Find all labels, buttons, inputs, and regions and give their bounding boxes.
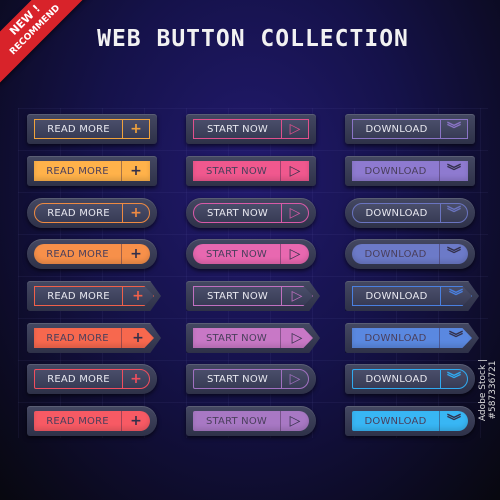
button-plate: DOWNLOAD ︾: [345, 114, 475, 144]
download-button[interactable]: DOWNLOAD ︾: [352, 411, 468, 431]
download-button[interactable]: DOWNLOAD ︾: [352, 119, 468, 139]
button-label: START NOW: [194, 204, 282, 222]
button-label: READ MORE: [35, 204, 123, 222]
stock-credit: Adobe Stock | #587336721: [478, 358, 498, 422]
read-more-button[interactable]: READ MORE +: [34, 328, 154, 348]
button-label: READ MORE: [34, 328, 122, 348]
play-icon: ▷: [289, 163, 301, 179]
button-label: START NOW: [194, 370, 282, 388]
button-plate: START NOW ▷: [186, 406, 316, 436]
chevron-double-down-icon: ︾: [447, 206, 461, 222]
start-now-button[interactable]: START NOW ▷: [193, 203, 309, 223]
button-label: READ MORE: [34, 411, 122, 431]
play-icon: ▷: [291, 288, 303, 304]
start-now-button[interactable]: START NOW ▷: [193, 161, 309, 181]
read-more-button[interactable]: READ MORE +: [34, 244, 150, 264]
download-button[interactable]: DOWNLOAD ︾: [352, 161, 468, 181]
page-title: WEB BUTTON COLLECTION: [97, 26, 409, 52]
read-more-button[interactable]: READ MORE +: [34, 286, 154, 306]
play-icon: ▷: [289, 246, 301, 262]
button-label: START NOW: [193, 161, 281, 181]
button-label: DOWNLOAD: [352, 411, 440, 431]
chevron-double-down-icon: ︾: [447, 122, 461, 138]
read-more-button[interactable]: READ MORE +: [34, 161, 150, 181]
plus-icon: +: [130, 163, 142, 179]
play-icon: ▷: [289, 371, 301, 387]
button-plate: START NOW ▷: [186, 323, 320, 353]
play-icon: ▷: [291, 330, 303, 346]
chevron-double-down-icon: ︾: [447, 414, 461, 430]
button-label: START NOW: [193, 328, 281, 348]
download-button[interactable]: DOWNLOAD ︾: [352, 369, 468, 389]
button-plate: START NOW ▷: [186, 364, 316, 394]
play-icon: ▷: [289, 121, 301, 137]
button-label: DOWNLOAD: [352, 244, 440, 264]
read-more-button[interactable]: READ MORE +: [34, 203, 150, 223]
button-plate: DOWNLOAD ︾: [345, 156, 475, 186]
button-label: DOWNLOAD: [353, 120, 441, 138]
button-plate: DOWNLOAD ︾: [345, 323, 479, 353]
button-plate: START NOW ▷: [186, 114, 316, 144]
chevron-double-down-icon: ︾: [447, 372, 461, 388]
button-plate: DOWNLOAD ︾: [345, 281, 479, 311]
chevron-double-down-icon: ︾: [447, 164, 461, 180]
chevron-double-down-icon: ︾: [449, 331, 463, 347]
start-now-button[interactable]: START NOW ▷: [193, 369, 309, 389]
button-label: DOWNLOAD: [353, 204, 441, 222]
chevron-double-down-icon: ︾: [447, 247, 461, 263]
plus-icon: +: [130, 246, 142, 262]
button-plate: START NOW ▷: [186, 281, 320, 311]
button-plate: DOWNLOAD ︾: [345, 364, 475, 394]
button-label: DOWNLOAD: [352, 328, 440, 348]
button-label: READ MORE: [35, 370, 123, 388]
button-plate: DOWNLOAD ︾: [345, 198, 475, 228]
button-label: READ MORE: [34, 244, 122, 264]
plus-icon: +: [130, 413, 142, 429]
button-label: READ MORE: [35, 287, 123, 305]
plus-icon: +: [130, 121, 142, 137]
plus-icon: +: [130, 371, 142, 387]
button-plate: READ MORE +: [27, 281, 161, 311]
button-label: DOWNLOAD: [353, 370, 441, 388]
chevron-double-down-icon: ︾: [449, 289, 463, 305]
button-label: READ MORE: [34, 161, 122, 181]
button-plate: DOWNLOAD ︾: [345, 406, 475, 436]
start-now-button[interactable]: START NOW ▷: [193, 411, 309, 431]
start-now-button[interactable]: START NOW ▷: [193, 286, 313, 306]
start-now-button[interactable]: START NOW ▷: [193, 328, 313, 348]
button-label: START NOW: [193, 244, 281, 264]
button-label: DOWNLOAD: [352, 161, 440, 181]
button-label: START NOW: [194, 287, 282, 305]
button-plate: START NOW ▷: [186, 198, 316, 228]
button-plate: READ MORE +: [27, 364, 157, 394]
button-plate: READ MORE +: [27, 406, 157, 436]
read-more-button[interactable]: READ MORE +: [34, 411, 150, 431]
read-more-button[interactable]: READ MORE +: [34, 369, 150, 389]
button-plate: READ MORE +: [27, 114, 157, 144]
download-button[interactable]: DOWNLOAD ︾: [352, 328, 472, 348]
button-plate: DOWNLOAD ︾: [345, 239, 475, 269]
start-now-button[interactable]: START NOW ▷: [193, 244, 309, 264]
play-icon: ▷: [289, 205, 301, 221]
download-button[interactable]: DOWNLOAD ︾: [352, 286, 472, 306]
plus-icon: +: [132, 288, 144, 304]
button-label: READ MORE: [35, 120, 123, 138]
button-label: START NOW: [193, 411, 281, 431]
button-label: START NOW: [194, 120, 282, 138]
button-plate: READ MORE +: [27, 156, 157, 186]
download-button[interactable]: DOWNLOAD ︾: [352, 203, 468, 223]
button-plate: READ MORE +: [27, 323, 161, 353]
start-now-button[interactable]: START NOW ▷: [193, 119, 309, 139]
button-label: DOWNLOAD: [353, 287, 441, 305]
download-button[interactable]: DOWNLOAD ︾: [352, 244, 468, 264]
button-plate: READ MORE +: [27, 198, 157, 228]
read-more-button[interactable]: READ MORE +: [34, 119, 150, 139]
plus-icon: +: [130, 205, 142, 221]
button-plate: READ MORE +: [27, 239, 157, 269]
plus-icon: +: [132, 330, 144, 346]
play-icon: ▷: [289, 413, 301, 429]
button-plate: START NOW ▷: [186, 156, 316, 186]
button-plate: START NOW ▷: [186, 239, 316, 269]
